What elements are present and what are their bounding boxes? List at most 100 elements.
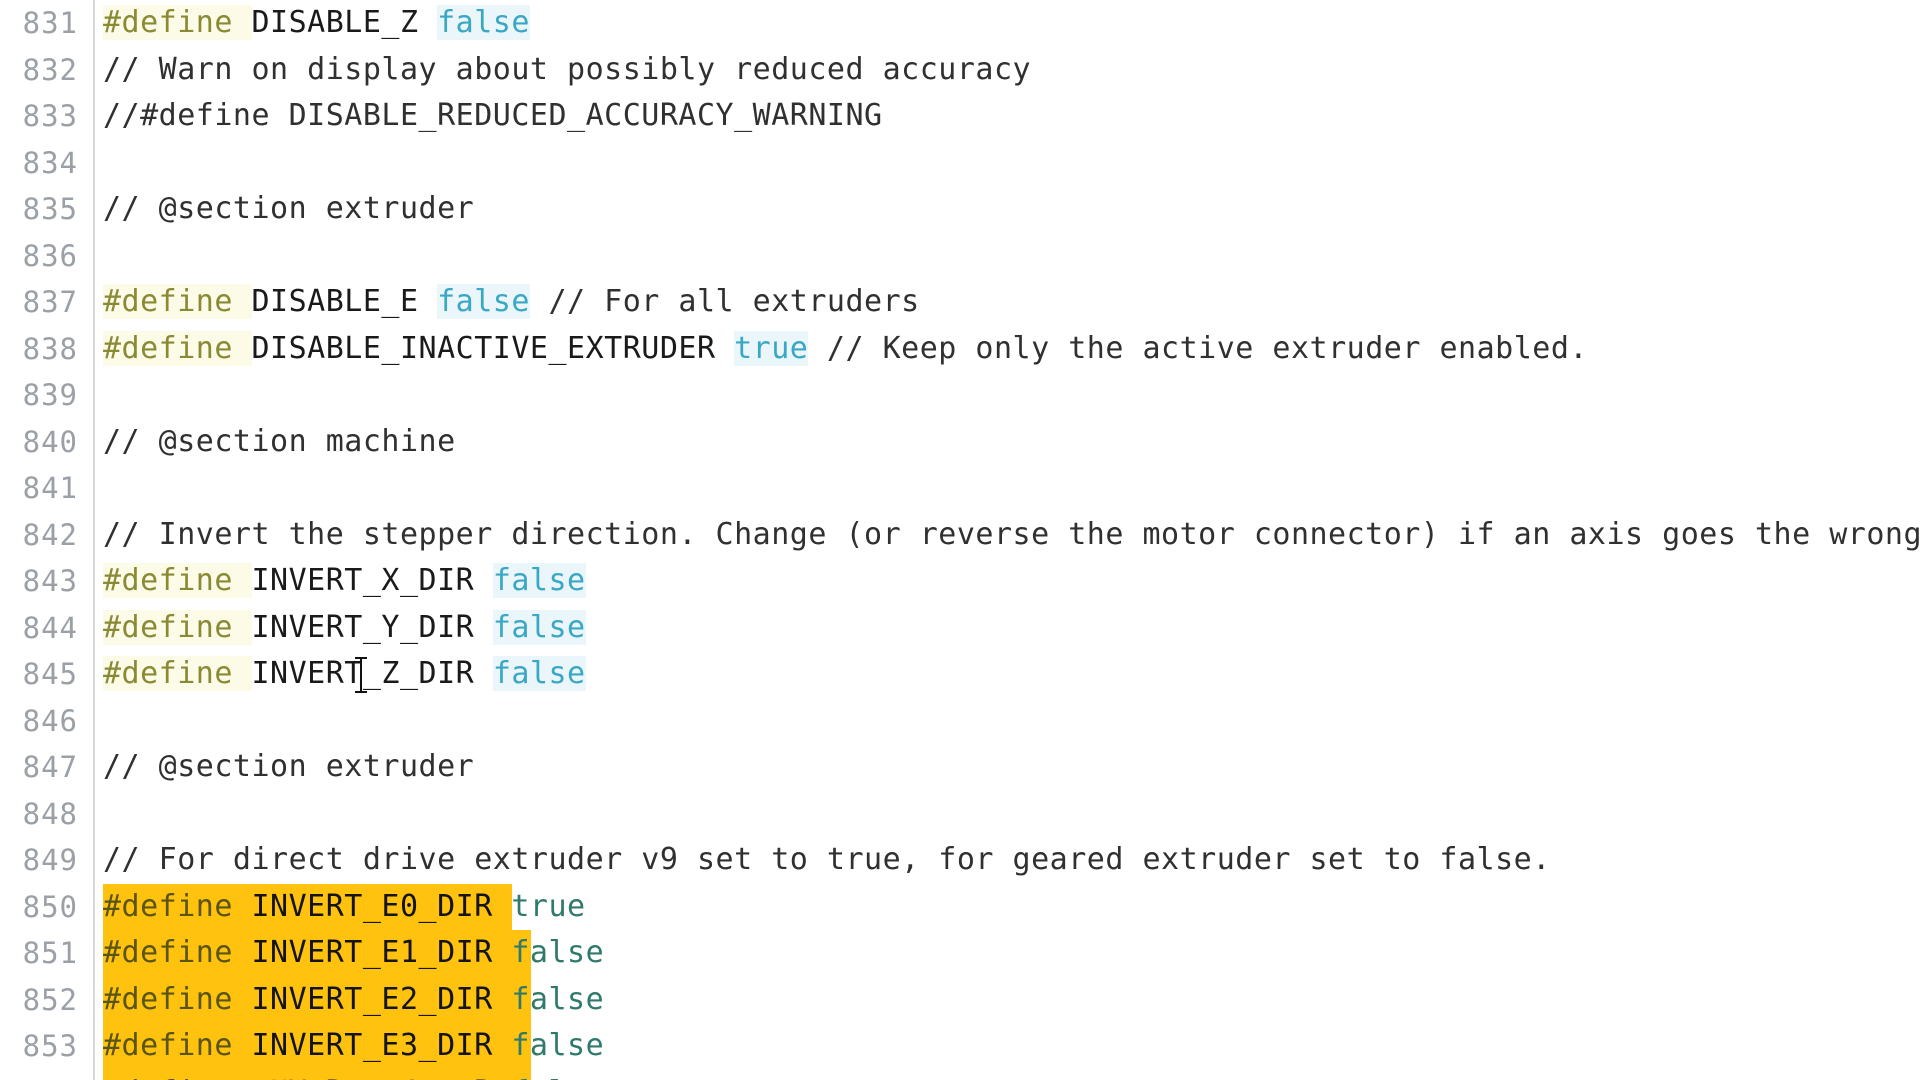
code-line[interactable]: 852 #define INVERT_E2_DIR false bbox=[0, 976, 1920, 1023]
code-line[interactable]: 836 bbox=[0, 233, 1920, 280]
line-number: 833 bbox=[22, 99, 78, 133]
token-comment: // Invert the stepper direction. Change … bbox=[103, 516, 1920, 552]
token-ident: INVERT_E2_DIR bbox=[251, 981, 512, 1017]
token-define: #define bbox=[103, 284, 252, 319]
token-bool: false bbox=[511, 1075, 604, 1080]
token-bool: true bbox=[511, 888, 586, 924]
code-tokens: #define DISABLE_Z false bbox=[103, 5, 530, 40]
code-line[interactable]: 848 bbox=[0, 791, 1920, 838]
token-comment: //#define DISABLE_REDUCED_ACCURACY_WARNI… bbox=[103, 98, 883, 133]
line-number: 844 bbox=[22, 610, 78, 645]
token-define: #define bbox=[103, 1075, 252, 1080]
code-tokens: // For direct drive extruder v9 set to t… bbox=[103, 842, 1551, 877]
code-line-content[interactable] bbox=[103, 465, 1920, 512]
code-line[interactable]: 844 #define INVERT_Y_DIR false bbox=[0, 605, 1920, 652]
line-number: 845 bbox=[22, 657, 78, 691]
code-line-content[interactable]: // @section extruder bbox=[103, 744, 1920, 791]
code-line[interactable]: 846 bbox=[0, 698, 1920, 745]
code-line[interactable]: 832 // Warn on display about possibly red… bbox=[0, 47, 1920, 94]
code-line[interactable]: 835 // @section extruder bbox=[0, 186, 1920, 233]
code-line-content[interactable]: // @section machine bbox=[103, 419, 1920, 466]
code-line-content[interactable]: #define INVERT_E0_DIR true bbox=[103, 883, 1920, 930]
token-define: #define bbox=[103, 609, 252, 645]
code-line-content[interactable]: // Invert the stepper direction. Change … bbox=[103, 512, 1920, 559]
line-number: 842 bbox=[22, 517, 78, 552]
code-line-content[interactable]: #define INVERT_E2_DIR false bbox=[103, 976, 1920, 1023]
code-line-content[interactable] bbox=[103, 698, 1920, 745]
code-line[interactable]: 840 // @section machine bbox=[0, 419, 1920, 466]
code-line-content[interactable]: //#define DISABLE_REDUCED_ACCURACY_WARNI… bbox=[103, 93, 1920, 140]
code-line-content[interactable]: #define INVERT_E4_DIR false bbox=[103, 1069, 1920, 1080]
code-line-content[interactable]: #define INVERT_E3_DIR false bbox=[103, 1023, 1920, 1070]
token-define: #define bbox=[103, 5, 252, 40]
code-line-content[interactable]: #define DISABLE_INACTIVE_EXTRUDER true /… bbox=[103, 326, 1920, 373]
code-line[interactable]: 834 bbox=[0, 140, 1920, 187]
token-ident: DISABLE_INACTIVE_EXTRUDER bbox=[251, 330, 735, 366]
token-ident: INVERT_E1_DIR bbox=[251, 935, 512, 970]
line-number: 848 bbox=[22, 796, 78, 831]
code-line-content[interactable] bbox=[103, 140, 1920, 187]
token-comment: // Warn on display about possibly reduce… bbox=[103, 51, 1032, 87]
line-number: 850 bbox=[22, 889, 78, 924]
token-define: #define bbox=[103, 1028, 252, 1063]
code-line-content[interactable] bbox=[103, 233, 1920, 280]
code-line-content[interactable]: #define INVERT_X_DIR false bbox=[103, 558, 1920, 605]
code-line[interactable]: 833 //#define DISABLE_REDUCED_ACCURACY_WA… bbox=[0, 93, 1920, 140]
code-tokens: #define DISABLE_E false // For all extru… bbox=[103, 284, 920, 319]
code-tokens: #define INVERT_Z_DIR false bbox=[103, 656, 586, 691]
token-ident: INVERT_E0_DIR bbox=[251, 888, 512, 924]
token-define: #define bbox=[103, 888, 252, 924]
token-ident: DISABLE_E bbox=[251, 284, 438, 319]
token-bool: false bbox=[437, 5, 530, 40]
code-line-content[interactable]: #define INVERT_E1_DIR false bbox=[103, 930, 1920, 977]
line-number: 853 bbox=[22, 1029, 78, 1063]
code-tokens: #define INVERT_E2_DIR false bbox=[103, 982, 604, 1017]
token-define: #define bbox=[103, 935, 252, 970]
code-tokens: #define INVERT_E0_DIR true bbox=[103, 889, 586, 924]
code-line[interactable]: 853 #define INVERT_E3_DIR false bbox=[0, 1023, 1920, 1070]
line-number: 834 bbox=[22, 145, 78, 180]
code-line[interactable]: 841 bbox=[0, 465, 1920, 512]
code-line[interactable]: 839 bbox=[0, 372, 1920, 419]
code-line[interactable]: 850 #define INVERT_E0_DIR true bbox=[0, 883, 1920, 930]
token-bool: false bbox=[492, 563, 586, 598]
token-define: #define bbox=[103, 981, 252, 1017]
line-number: 840 bbox=[22, 424, 78, 459]
code-line-content[interactable]: #define INVERT_Z_DIR false bbox=[103, 651, 1920, 698]
token-bool: false bbox=[437, 284, 530, 319]
code-line[interactable]: 845 #define INVERT_Z_DIR false bbox=[0, 651, 1920, 698]
code-line[interactable]: 838 #define DISABLE_INACTIVE_EXTRUDER tru… bbox=[0, 326, 1920, 373]
line-number: 839 bbox=[22, 378, 78, 412]
code-line[interactable]: 854 #define INVERT_E4_DIR false bbox=[0, 1069, 1920, 1080]
code-line-content[interactable] bbox=[103, 372, 1920, 419]
line-number: 838 bbox=[22, 331, 78, 366]
token-bool: false bbox=[492, 656, 586, 691]
code-line-content[interactable]: // Warn on display about possibly reduce… bbox=[103, 47, 1920, 94]
token-bool: false bbox=[511, 935, 605, 970]
token-define: #define bbox=[103, 330, 252, 366]
code-line-content[interactable]: #define DISABLE_Z false bbox=[103, 0, 1920, 47]
code-tokens: #define INVERT_E4_DIR false bbox=[103, 1075, 604, 1080]
code-editor-viewport[interactable]: 831 #define DISABLE_Z false 832 // Warn on … bbox=[0, 0, 1920, 1080]
code-line[interactable]: 851 #define INVERT_E1_DIR false bbox=[0, 930, 1920, 977]
code-line-content[interactable]: #define DISABLE_E false // For all extru… bbox=[103, 279, 1920, 326]
code-line[interactable]: 843 #define INVERT_X_DIR false bbox=[0, 558, 1920, 605]
token-comment: // @section machine bbox=[103, 423, 456, 459]
token-bool: false bbox=[511, 1028, 605, 1063]
token-ident: INVERT_X_DIR bbox=[251, 563, 493, 598]
code-line-content[interactable]: // @section extruder bbox=[103, 186, 1920, 233]
line-number: 854 bbox=[0, 1070, 78, 1080]
code-line[interactable]: 849 // For direct drive extruder v9 set t… bbox=[0, 837, 1920, 884]
line-number: 835 bbox=[22, 192, 78, 226]
code-line-content[interactable]: #define INVERT_Y_DIR false bbox=[103, 605, 1920, 652]
code-line[interactable]: 842 // Invert the stepper direction. Chan… bbox=[0, 512, 1920, 559]
code-line-content[interactable]: // For direct drive extruder v9 set to t… bbox=[103, 837, 1920, 884]
code-line-content[interactable] bbox=[103, 791, 1920, 838]
code-text-area[interactable]: 831 #define DISABLE_Z false 832 // Warn on … bbox=[0, 0, 1920, 1080]
code-tokens: //#define DISABLE_REDUCED_ACCURACY_WARNI… bbox=[103, 98, 883, 133]
code-line[interactable]: 837 #define DISABLE_E false // For all ex… bbox=[0, 279, 1920, 326]
code-line[interactable]: 847 // @section extruder bbox=[0, 744, 1920, 791]
code-line[interactable]: 831 #define DISABLE_Z false bbox=[0, 0, 1920, 47]
token-ident: INVERT_Y_DIR bbox=[251, 609, 493, 645]
